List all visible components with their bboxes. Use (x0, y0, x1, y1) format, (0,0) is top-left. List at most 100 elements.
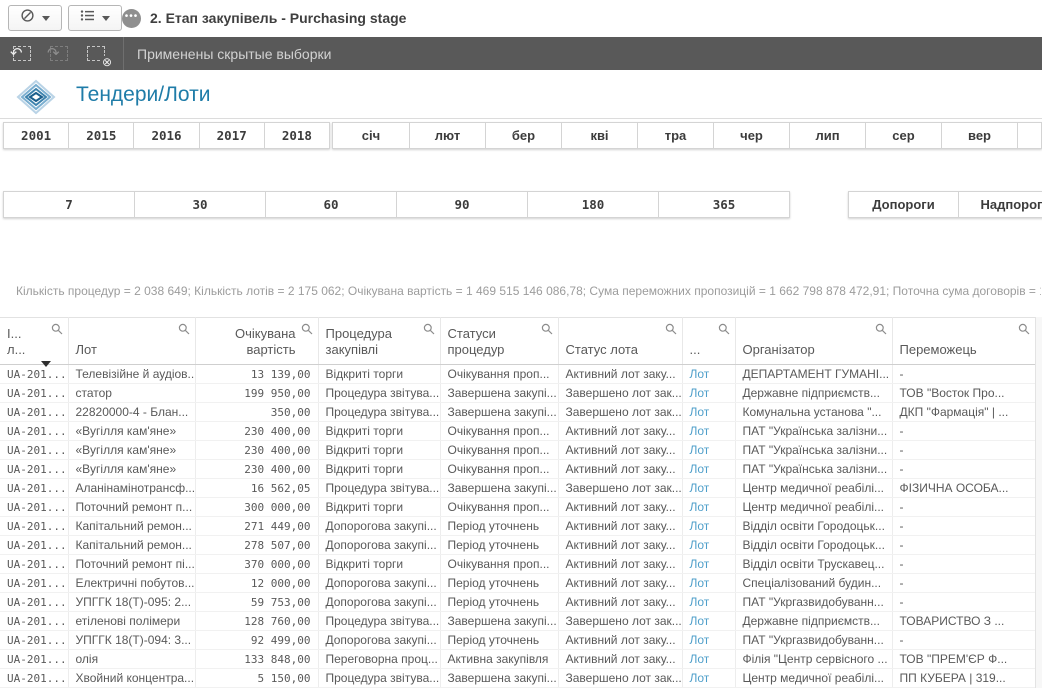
table-cell[interactable]: 230 400,00 (195, 460, 318, 479)
table-cell[interactable]: ДКП "Фармація" | ... (892, 403, 1035, 422)
table-cell[interactable]: ТОВ "ПРЕМ'ЄР Ф... (892, 650, 1035, 669)
listbox-value[interactable]: 7 (4, 192, 134, 217)
table-cell[interactable]: UA-201... (0, 365, 68, 384)
table-cell[interactable]: Період уточнень (440, 536, 558, 555)
listbox-value[interactable]: 2001 (4, 123, 68, 148)
lot-link-cell[interactable]: Лот (682, 669, 735, 688)
listbox-value[interactable]: січ (333, 123, 409, 148)
table-cell[interactable]: Завершено лот зак... (558, 479, 682, 498)
table-cell[interactable]: Активний лот заку... (558, 498, 682, 517)
table-cell[interactable]: етіленові полімери (68, 612, 195, 631)
table-cell[interactable]: UA-201... (0, 422, 68, 441)
table-cell[interactable]: UA-201... (0, 612, 68, 631)
table-cell[interactable]: Активний лот заку... (558, 593, 682, 612)
listbox-value[interactable]: 30 (134, 192, 265, 217)
table-cell[interactable]: UA-201... (0, 536, 68, 555)
table-cell[interactable]: 230 400,00 (195, 422, 318, 441)
column-header[interactable]: І... л... (0, 318, 68, 365)
table-cell[interactable]: Активний лот заку... (558, 460, 682, 479)
lot-link-cell[interactable]: Лот (682, 612, 735, 631)
table-cell[interactable]: Відділ освіти Городоцьк... (735, 517, 892, 536)
table-cell[interactable]: ПАТ "Українська залізни... (735, 460, 892, 479)
lot-link-cell[interactable]: Лот (682, 384, 735, 403)
listbox-value[interactable]: вер (941, 123, 1017, 148)
column-header[interactable]: ... (682, 318, 735, 365)
table-cell[interactable]: 271 449,00 (195, 517, 318, 536)
table-cell[interactable]: Електричні побутов... (68, 574, 195, 593)
table-cell[interactable]: - (892, 555, 1035, 574)
table-cell[interactable]: Центр медичної реабілі... (735, 669, 892, 688)
table-cell[interactable]: олія (68, 650, 195, 669)
table-cell[interactable]: Відкриті торги (318, 555, 440, 574)
table-cell[interactable]: «Вугілля кам'яне» (68, 441, 195, 460)
table-cell[interactable]: UA-201... (0, 479, 68, 498)
search-icon[interactable] (51, 323, 63, 338)
table-cell[interactable]: Державне підприємств... (735, 384, 892, 403)
table-cell[interactable]: 350,00 (195, 403, 318, 422)
table-cell[interactable]: UA-201... (0, 574, 68, 593)
table-cell[interactable]: ПАТ "Укргазвидобуванн... (735, 593, 892, 612)
table-cell[interactable]: 13 139,00 (195, 365, 318, 384)
table-cell[interactable]: 278 507,00 (195, 536, 318, 555)
table-cell[interactable]: 59 753,00 (195, 593, 318, 612)
table-scrollbar[interactable] (1035, 317, 1042, 688)
table-cell[interactable]: Період уточнень (440, 631, 558, 650)
table-cell[interactable]: 128 760,00 (195, 612, 318, 631)
table-cell[interactable]: ПАТ "Українська залізни... (735, 422, 892, 441)
listbox-value[interactable]: 2015 (68, 123, 133, 148)
table-cell[interactable]: Очікування проп... (440, 365, 558, 384)
lot-link-cell[interactable]: Лот (682, 460, 735, 479)
table-cell[interactable]: Активний лот заку... (558, 441, 682, 460)
table-cell[interactable]: «Вугілля кам'яне» (68, 460, 195, 479)
lot-link-cell[interactable]: Лот (682, 536, 735, 555)
table-cell[interactable]: - (892, 536, 1035, 555)
table-cell[interactable]: Процедура звітува... (318, 479, 440, 498)
table-cell[interactable]: Капітальний ремон... (68, 536, 195, 555)
column-header[interactable]: Процедура закупівлі (318, 318, 440, 365)
search-icon[interactable] (718, 323, 730, 338)
table-cell[interactable]: Очікування проп... (440, 498, 558, 517)
lot-link-cell[interactable]: Лот (682, 365, 735, 384)
lot-link-cell[interactable]: Лот (682, 574, 735, 593)
search-icon[interactable] (423, 323, 435, 338)
undo-selection-icon[interactable]: ↶ (9, 43, 37, 65)
column-header[interactable]: Переможець (892, 318, 1035, 365)
search-icon[interactable] (1018, 323, 1030, 338)
table-cell[interactable]: Завершена закупі... (440, 403, 558, 422)
table-cell[interactable]: Завершена закупі... (440, 612, 558, 631)
table-cell[interactable]: 5 150,00 (195, 669, 318, 688)
table-cell[interactable]: Період уточнень (440, 517, 558, 536)
listbox-value[interactable]: бер (485, 123, 561, 148)
table-cell[interactable]: Центр медичної реабілі... (735, 498, 892, 517)
table-cell[interactable]: Очікування проп... (440, 441, 558, 460)
table-cell[interactable]: Завершена закупі... (440, 384, 558, 403)
table-cell[interactable]: UA-201... (0, 517, 68, 536)
table-cell[interactable]: ПАТ "Укргазвидобуванн... (735, 631, 892, 650)
table-cell[interactable]: Відкриті торги (318, 365, 440, 384)
table-cell[interactable]: Капітальний ремон... (68, 517, 195, 536)
column-header[interactable]: Очікувана вартість (195, 318, 318, 365)
column-header[interactable]: Статуси процедур (440, 318, 558, 365)
table-cell[interactable]: Очікування проп... (440, 422, 558, 441)
table-cell[interactable]: Завершена закупі... (440, 669, 558, 688)
table-cell[interactable]: - (892, 365, 1035, 384)
listbox-value[interactable]: кві (561, 123, 637, 148)
table-cell[interactable]: Активний лот заку... (558, 365, 682, 384)
sheet-list-button[interactable] (68, 5, 122, 31)
table-cell[interactable]: Завершено лот зак... (558, 612, 682, 631)
table-cell[interactable]: UA-201... (0, 441, 68, 460)
table-cell[interactable]: Активний лот заку... (558, 631, 682, 650)
table-cell[interactable]: UA-201... (0, 669, 68, 688)
table-cell[interactable]: Поточний ремонт п... (68, 498, 195, 517)
table-cell[interactable]: 370 000,00 (195, 555, 318, 574)
lot-link-cell[interactable]: Лот (682, 593, 735, 612)
table-cell[interactable]: Активний лот заку... (558, 517, 682, 536)
search-icon[interactable] (541, 323, 553, 338)
table-cell[interactable]: Допорогова закупі... (318, 593, 440, 612)
navigation-menu-button[interactable] (8, 5, 62, 31)
table-cell[interactable]: Процедура звітува... (318, 384, 440, 403)
table-cell[interactable]: УПГГК 18(Т)-094: 3... (68, 631, 195, 650)
table-cell[interactable]: Допорогова закупі... (318, 574, 440, 593)
table-cell[interactable]: Поточний ремонт пі... (68, 555, 195, 574)
column-header[interactable]: Організатор (735, 318, 892, 365)
